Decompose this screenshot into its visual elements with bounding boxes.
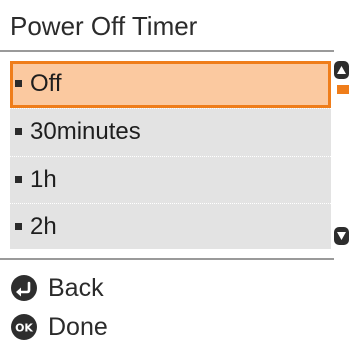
scroll-down-arrow-icon[interactable]	[334, 227, 349, 245]
footer-divider	[0, 258, 334, 260]
option-label: 2h	[30, 213, 57, 240]
scroll-up-arrow-icon[interactable]	[334, 61, 349, 79]
bullet-icon	[15, 223, 22, 230]
option-label: 30minutes	[30, 118, 141, 145]
power-off-timer-screen: Power Off Timer Off 30minutes 1h 2h Back…	[0, 0, 350, 351]
option-2h[interactable]: 2h	[10, 204, 331, 251]
svg-text:OK: OK	[15, 322, 33, 335]
option-off[interactable]: Off	[10, 61, 331, 108]
timer-options-list: Off 30minutes 1h 2h	[10, 61, 331, 249]
back-icon	[10, 274, 38, 302]
done-label: Done	[48, 313, 108, 341]
bullet-icon	[15, 128, 22, 135]
bullet-icon	[15, 80, 22, 87]
option-30minutes[interactable]: 30minutes	[10, 109, 331, 156]
option-label: 1h	[30, 166, 57, 193]
page-title-text: Power Off Timer	[10, 11, 198, 41]
scrollbar-thumb[interactable]	[337, 85, 349, 94]
ok-icon: OK	[10, 313, 38, 341]
list-scrollbar[interactable]	[334, 61, 350, 251]
option-label: Off	[30, 70, 62, 97]
option-1h[interactable]: 1h	[10, 157, 331, 204]
bullet-icon	[15, 176, 22, 183]
back-label: Back	[48, 274, 104, 302]
back-button[interactable]: Back	[10, 270, 210, 308]
done-button[interactable]: OK Done	[10, 309, 210, 347]
page-title: Power Off Timer	[0, 0, 334, 52]
